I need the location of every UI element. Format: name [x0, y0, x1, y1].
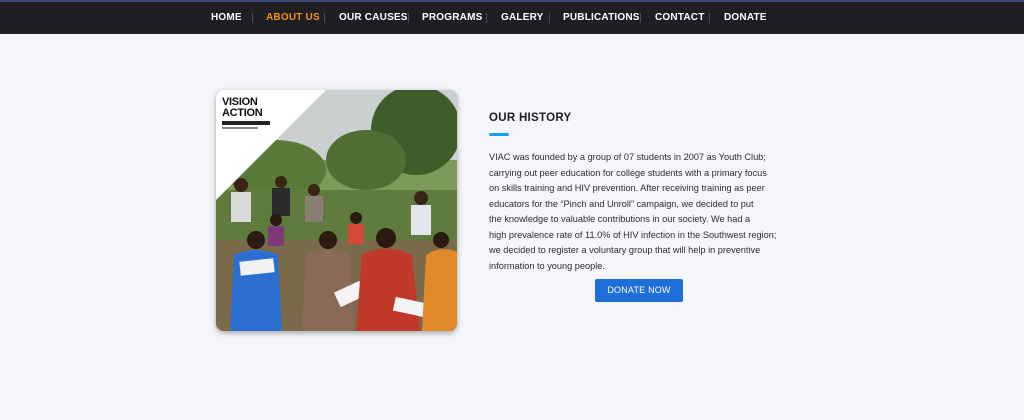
nav-contact[interactable]: CONTACT — [655, 12, 705, 23]
nav-donate[interactable]: DONATE — [724, 12, 767, 23]
title-underline — [489, 133, 509, 136]
history-photo: VISION ACTION — [216, 90, 457, 331]
donate-now-button[interactable]: DONATE NOW — [595, 279, 683, 302]
nav-separator — [549, 13, 550, 23]
history-paragraph: VIAC was founded by a group of 07 studen… — [489, 152, 777, 271]
nav-our-causes[interactable]: OUR CAUSES — [339, 12, 408, 23]
nav-separator — [640, 13, 641, 23]
nav-separator — [324, 13, 325, 23]
nav-about-us[interactable]: ABOUT US — [266, 12, 320, 23]
nav-separator — [709, 13, 710, 23]
top-navigation-bar: HOME ABOUT US OUR CAUSES PROGRAMS GALERY… — [0, 0, 1024, 34]
nav-separator — [252, 13, 253, 23]
nav-publications[interactable]: PUBLICATIONS — [563, 12, 640, 23]
nav-separator — [486, 13, 487, 23]
nav-galery[interactable]: GALERY — [501, 12, 544, 23]
section-title: OUR HISTORY — [489, 112, 572, 124]
vision-action-logo: VISION ACTION — [222, 97, 274, 129]
main-nav: HOME ABOUT US OUR CAUSES PROGRAMS GALERY… — [0, 2, 1024, 34]
nav-programs[interactable]: PROGRAMS — [422, 12, 483, 23]
nav-home[interactable]: HOME — [211, 12, 242, 23]
nav-separator — [408, 13, 409, 23]
